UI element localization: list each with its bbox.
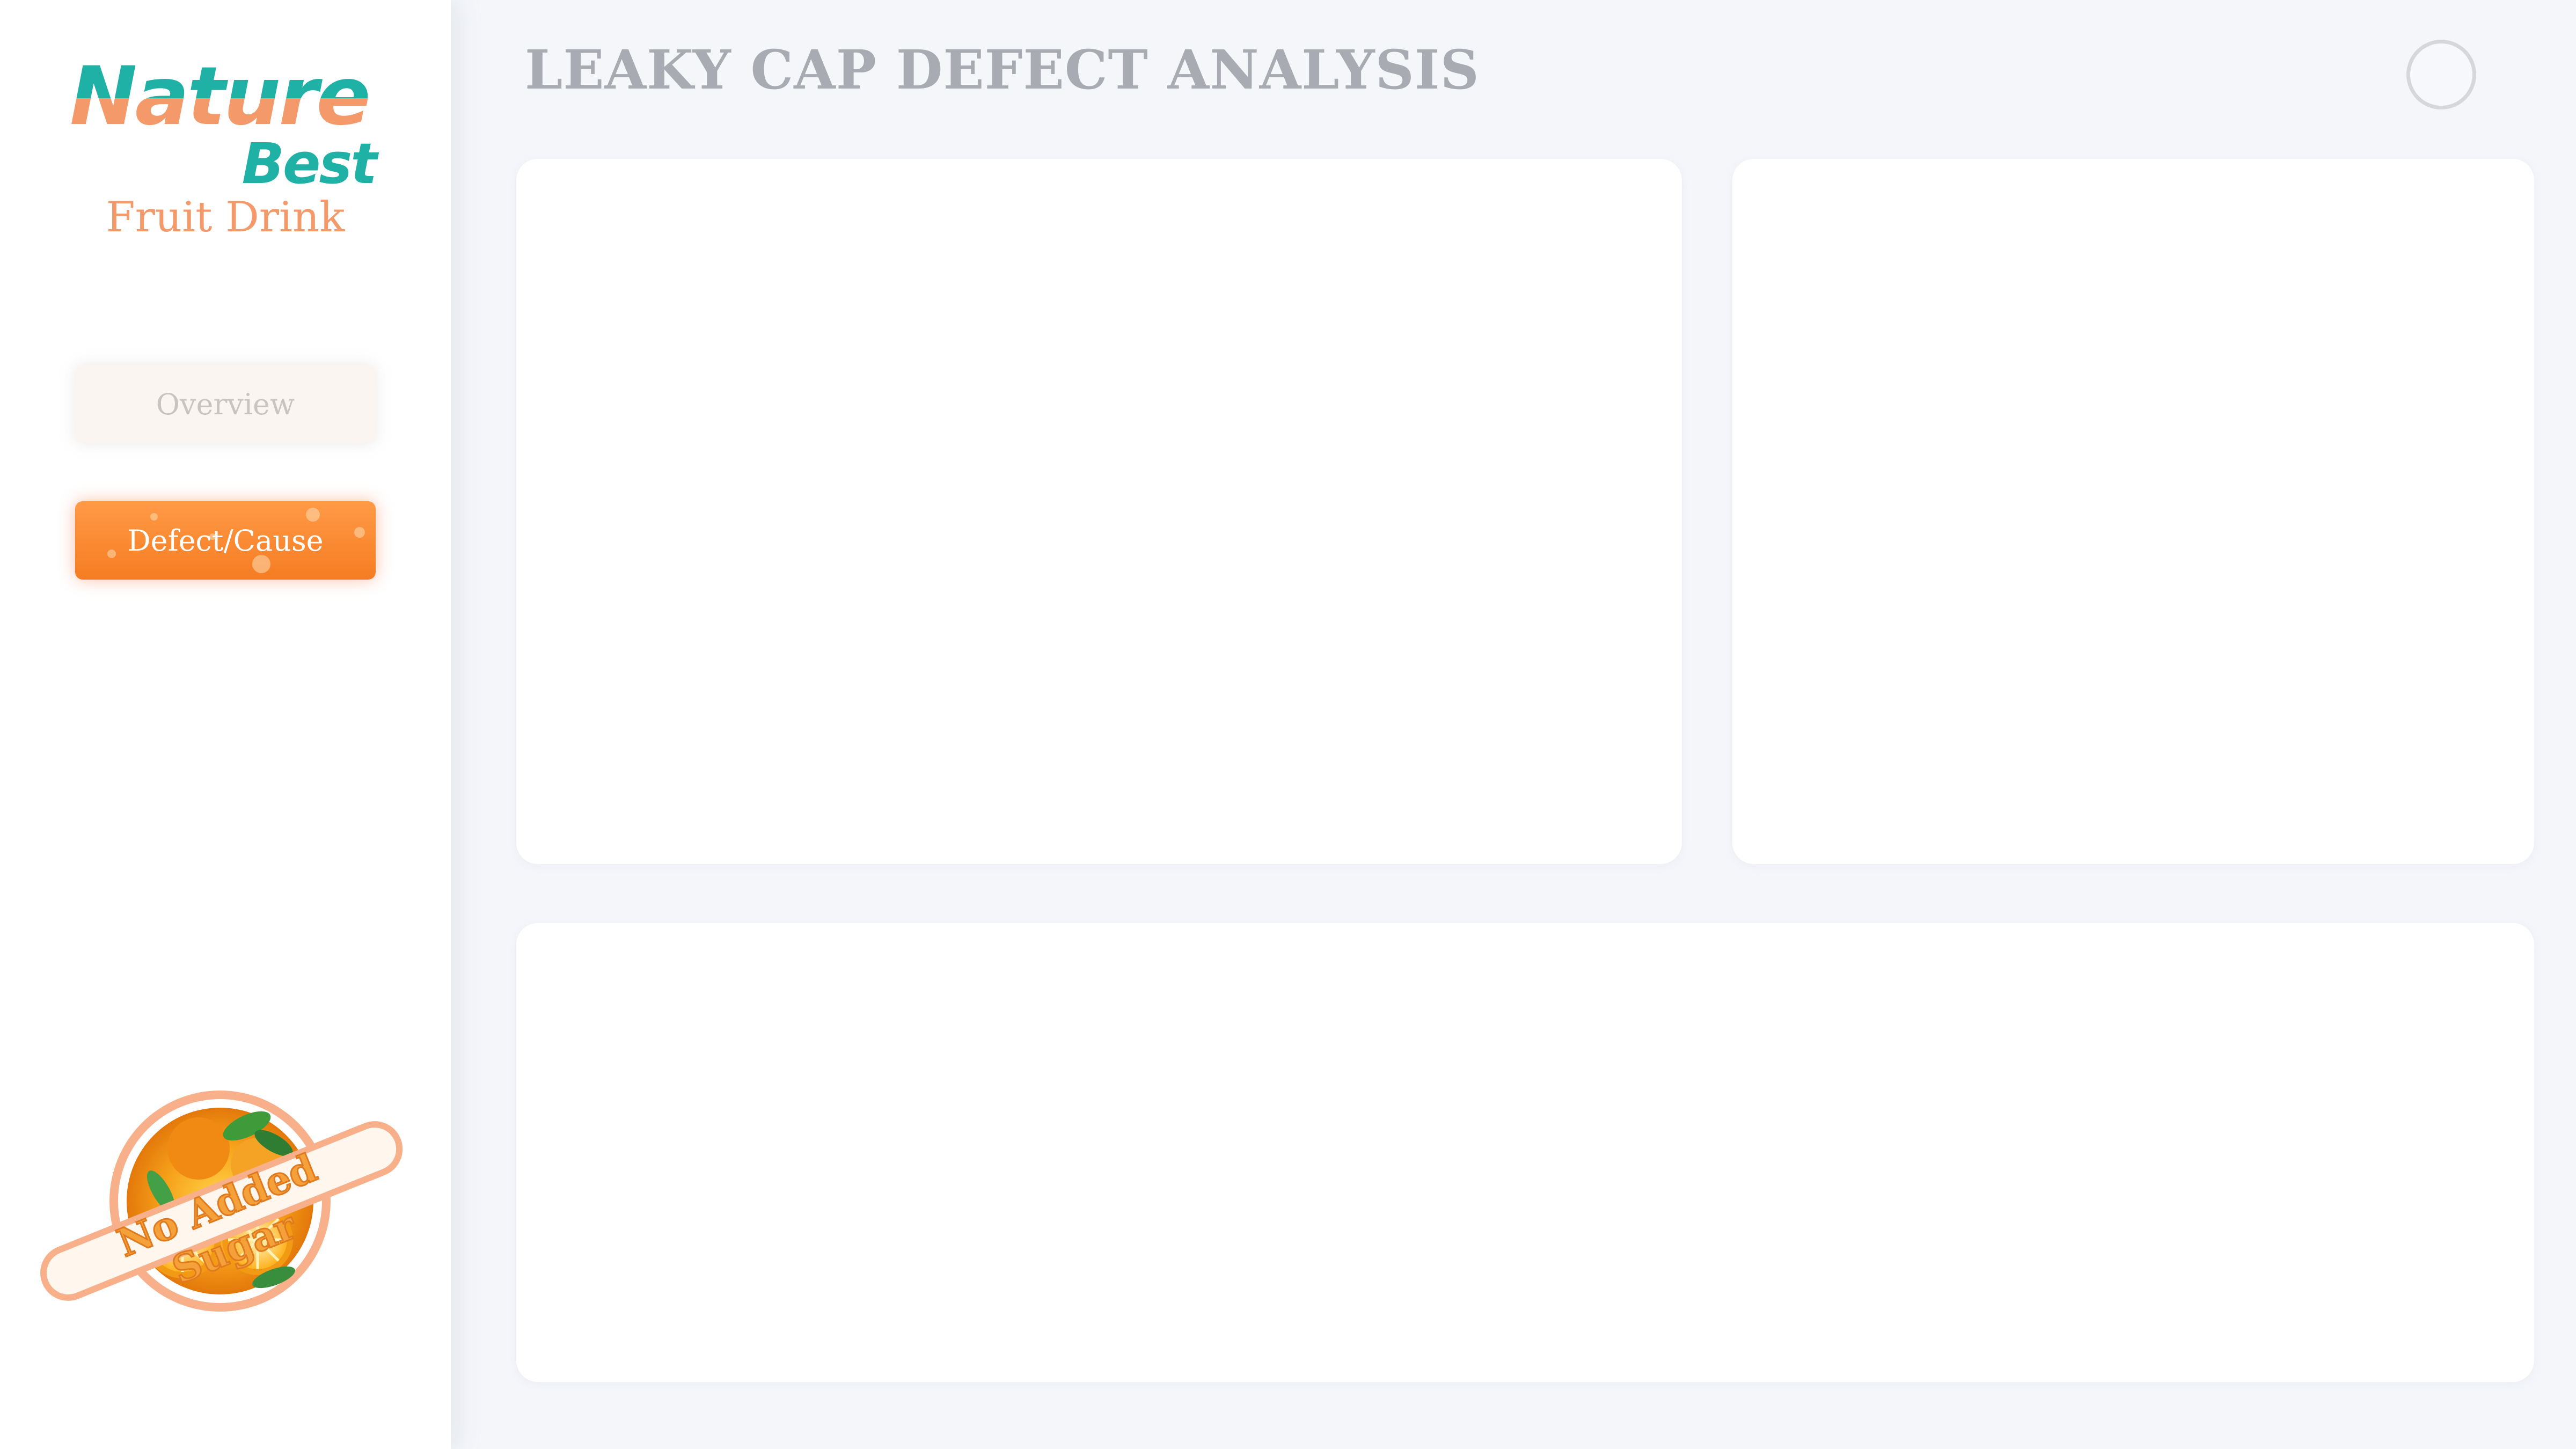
brand-logo: Nature's Best Fruit Drink xyxy=(70,50,439,255)
sidebar-item-label: Defect/Cause xyxy=(127,523,324,558)
sidebar-item-defect-cause[interactable]: Defect/Cause xyxy=(75,501,376,580)
page-title: LEAKY CAP DEFECT ANALYSIS xyxy=(525,38,1480,101)
water-drop-decoration xyxy=(150,513,158,521)
panel-bottom xyxy=(516,923,2534,1382)
panel-top-right xyxy=(1732,159,2534,864)
brand-name: Nature's xyxy=(70,50,439,143)
water-drop-decoration xyxy=(354,527,365,538)
sidebar-item-overview[interactable]: Overview xyxy=(75,365,376,443)
water-drop-decoration xyxy=(306,508,320,522)
brand-name-second: Best xyxy=(241,131,377,196)
sidebar-item-label: Overview xyxy=(156,387,295,421)
no-added-sugar-badge: No Added Sugar xyxy=(21,1084,419,1320)
circle-icon[interactable] xyxy=(2406,40,2476,109)
sidebar: Nature's Best Fruit Drink Overview Defec… xyxy=(0,0,451,1449)
dashboard-app: Nature's Best Fruit Drink Overview Defec… xyxy=(0,0,2576,1449)
panel-top-left xyxy=(516,159,1682,864)
water-drop-decoration xyxy=(252,555,270,573)
brand-product: Fruit Drink xyxy=(106,193,345,241)
water-drop-decoration xyxy=(107,550,116,558)
